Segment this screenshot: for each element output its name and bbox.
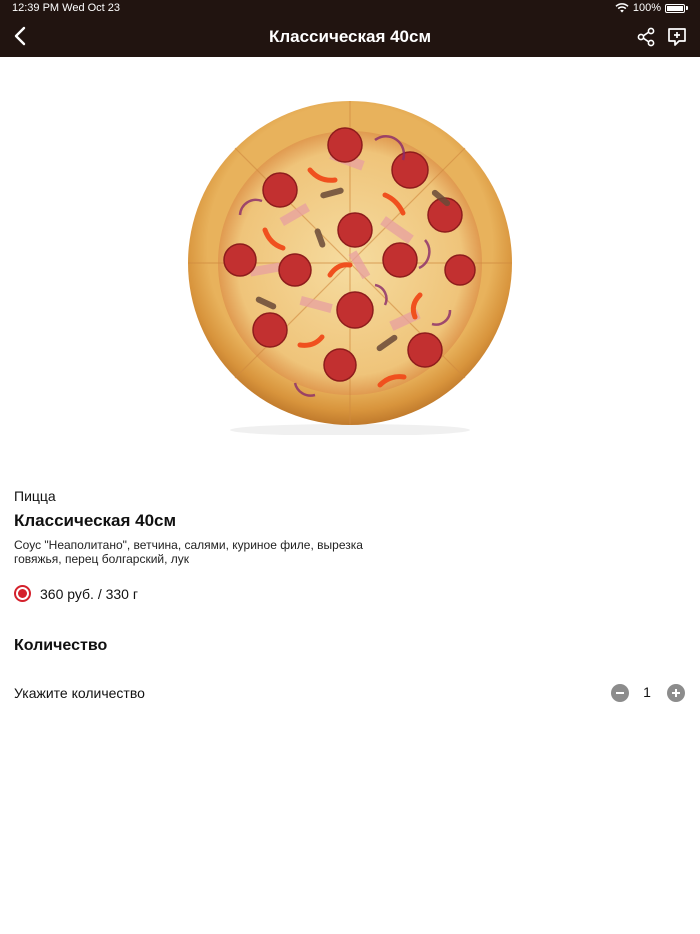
quantity-value: 1 xyxy=(643,684,651,700)
nav-bar: Классическая 40см xyxy=(0,16,700,57)
plus-icon xyxy=(672,689,680,697)
decrease-quantity-button[interactable] xyxy=(611,684,629,702)
battery-percent: 100% xyxy=(632,2,661,14)
product-description: Соус "Неаполитано", ветчина, салями, кур… xyxy=(14,538,363,566)
add-to-cart-icon xyxy=(668,28,686,46)
price-option[interactable]: 360 руб. / 330 г xyxy=(14,585,138,602)
quantity-section-title: Количество xyxy=(14,637,108,654)
pizza-image xyxy=(188,101,512,435)
add-to-cart-button[interactable] xyxy=(663,23,691,51)
back-button[interactable] xyxy=(6,22,34,50)
battery-icon xyxy=(665,3,685,13)
radio-selected-dot xyxy=(18,589,27,598)
status-right: 100% xyxy=(615,2,688,14)
status-time-date: 12:39 PM Wed Oct 23 xyxy=(12,2,121,14)
share-button[interactable] xyxy=(632,23,660,51)
share-icon xyxy=(637,27,655,47)
chevron-left-icon xyxy=(14,26,26,46)
price-option-label: 360 руб. / 330 г xyxy=(40,585,138,602)
wifi-icon xyxy=(615,3,629,13)
increase-quantity-button[interactable] xyxy=(667,684,685,702)
status-bar: 12:39 PM Wed Oct 23 100% xyxy=(0,0,700,16)
battery-tip xyxy=(686,6,688,10)
minus-icon xyxy=(616,692,624,694)
radio-button[interactable] xyxy=(14,585,31,602)
quantity-label: Укажите количество xyxy=(14,685,145,701)
product-category: Пицца xyxy=(14,488,56,504)
product-name: Классическая 40см xyxy=(14,511,177,530)
page-title: Классическая 40см xyxy=(268,26,432,46)
